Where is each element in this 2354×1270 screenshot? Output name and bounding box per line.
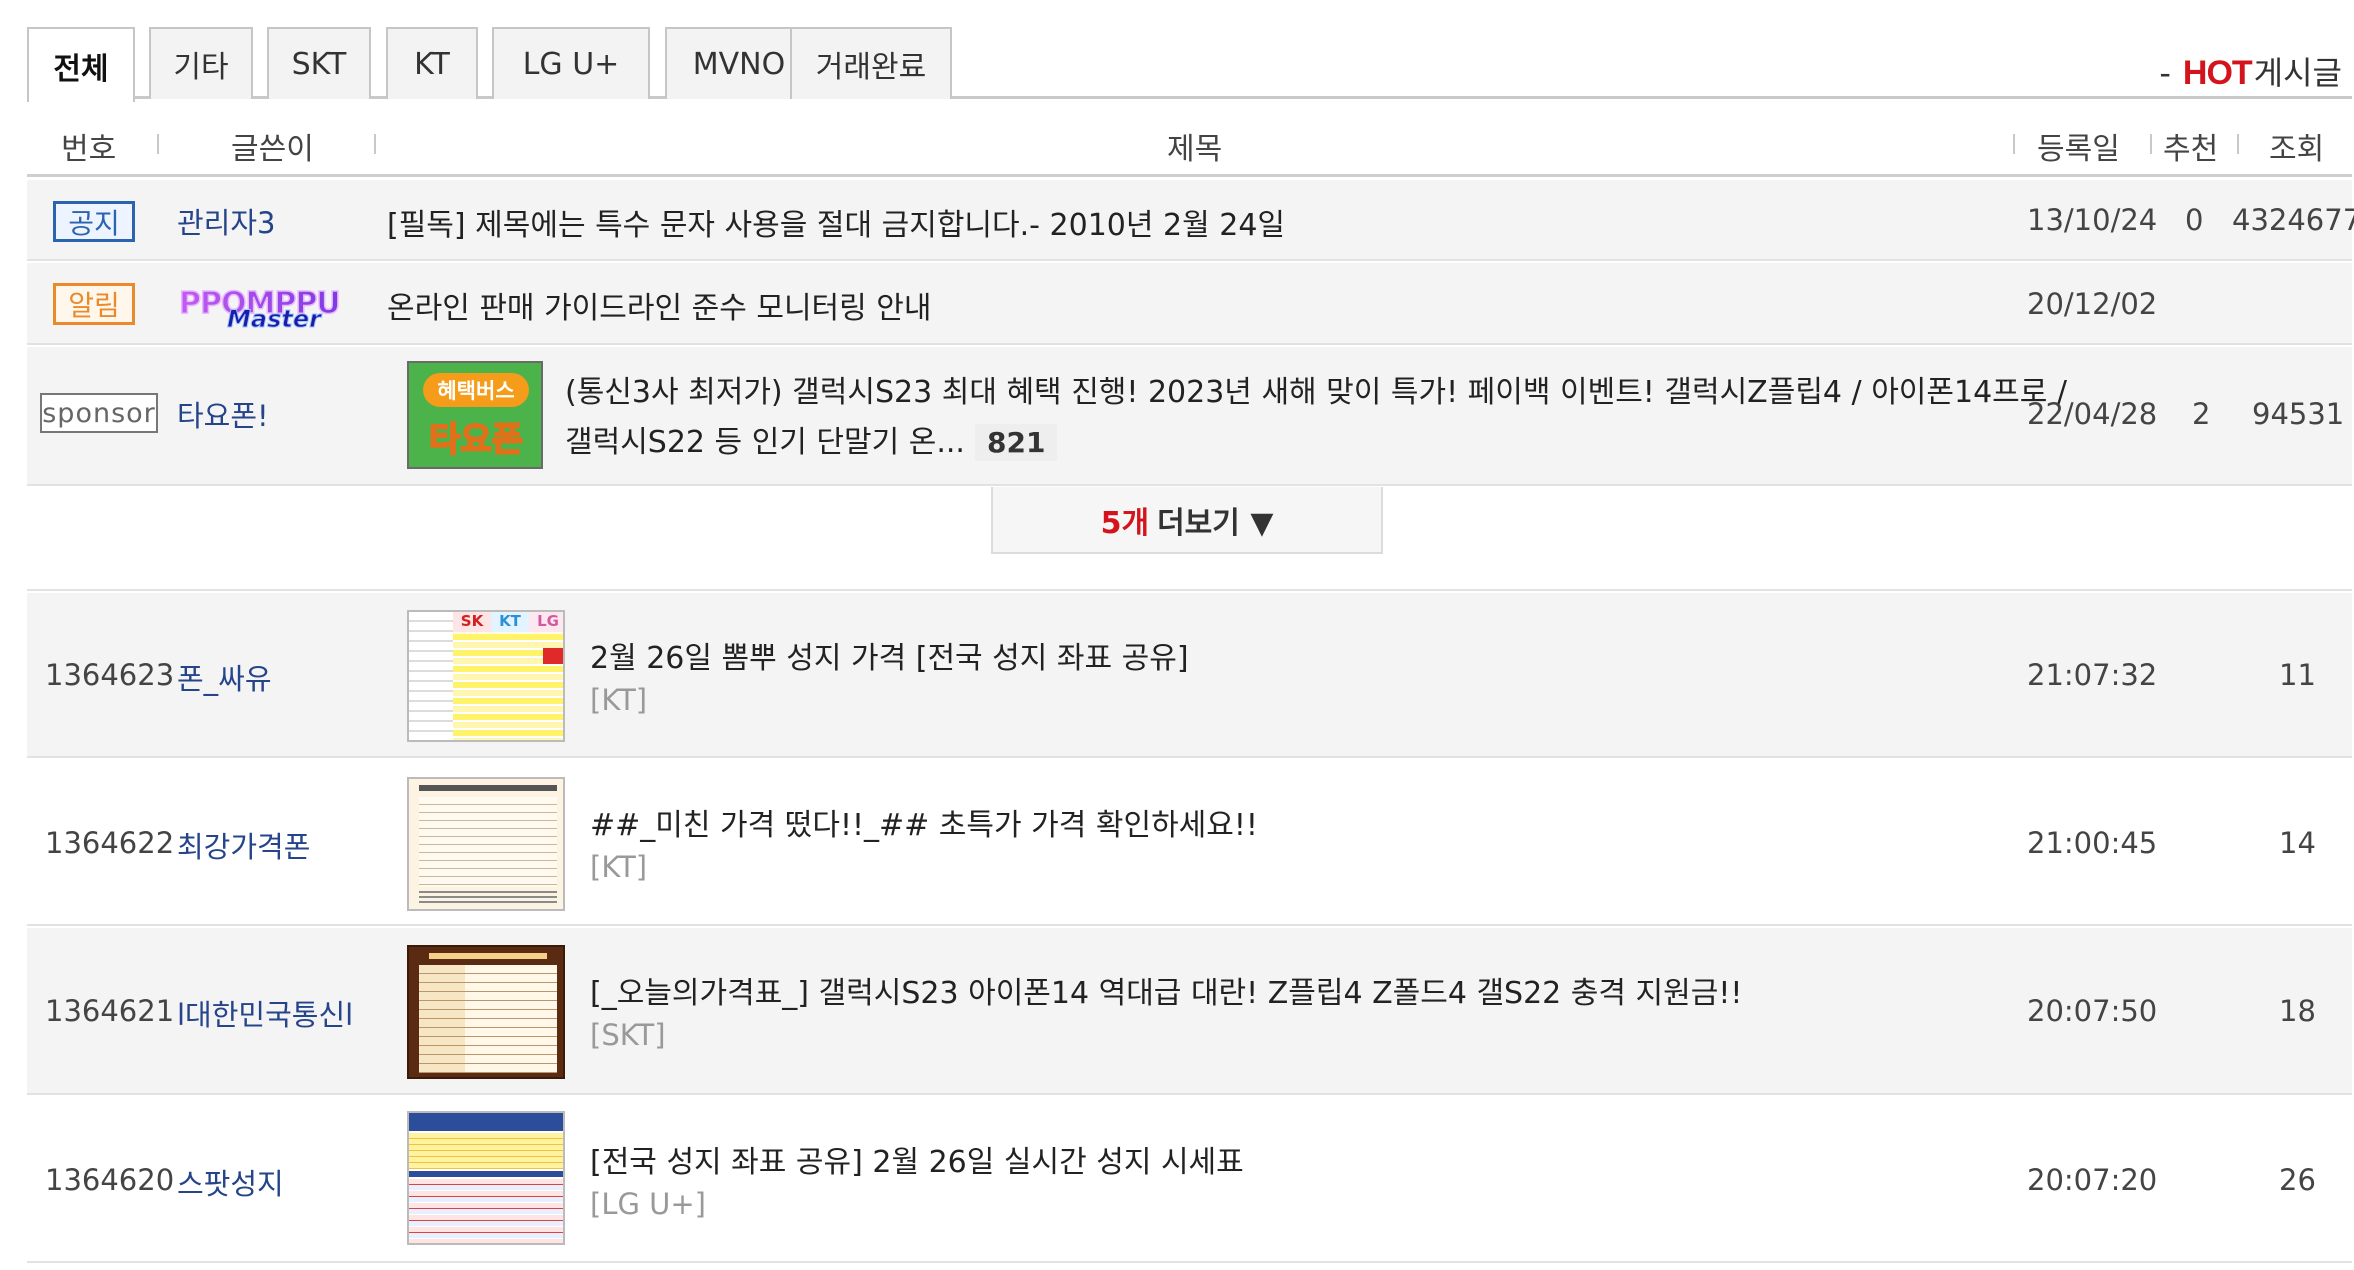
thumb-header-kt: KT [491, 612, 529, 632]
sponsor-row: sponsor 타요폰! 혜택버스 타요폰 (통신3사 최저가) 갤럭시S23 … [27, 347, 2352, 486]
thumb-brand: 타요폰 [428, 419, 524, 461]
post-title[interactable]: ##_미친 가격 떴다!!_## 초특가 가격 확인하세요!! [590, 800, 1258, 844]
post-time: 20:07:20 [2027, 1163, 2158, 1197]
post-views: 26 [2279, 1163, 2316, 1197]
post-number: 1364620 [45, 1163, 175, 1197]
post-title-cont[interactable]: 갤럭시S22 등 인기 단말기 온... 821 [565, 417, 1058, 461]
more-button[interactable]: 5개 더보기 ▼ [991, 487, 1383, 554]
col-separator [2013, 134, 2015, 154]
post-category[interactable]: [LG U+] [590, 1187, 706, 1221]
post-thumbnail[interactable] [407, 1111, 565, 1245]
ppomppu-master-logo[interactable]: PPOMPPU Master [177, 283, 387, 331]
col-recommend: 추천 [2163, 132, 2219, 167]
tab-lgu[interactable]: LG U+ [492, 27, 650, 99]
post-time: 21:00:45 [2027, 826, 2158, 860]
post-time: 20:07:50 [2027, 994, 2158, 1028]
tab-completed[interactable]: 거래완료 [790, 27, 952, 99]
tab-all[interactable]: 전체 [27, 27, 135, 102]
writer-name[interactable]: 타요폰! [177, 393, 269, 435]
col-writer: 글쓴이 [231, 132, 314, 167]
hot-label: HOT [2182, 54, 2253, 92]
post-category[interactable]: [SKT] [590, 1018, 666, 1052]
notice-row: 알림 PPOMPPU Master 온라인 판매 가이드라인 준수 모니터링 안… [27, 263, 2352, 345]
post-number: 1364623 [45, 658, 175, 692]
writer-name[interactable]: 최강가격폰 [177, 824, 310, 866]
comment-count[interactable]: 821 [974, 424, 1058, 461]
notice-badge: 공지 [53, 201, 135, 242]
sponsor-badge: sponsor [40, 393, 158, 433]
col-title: 제목 [1167, 132, 1223, 167]
post-title[interactable]: (통신3사 최저가) 갤럭시S23 최대 혜택 진행! 2023년 새해 맞이 … [565, 367, 2067, 411]
post-title[interactable]: 온라인 판매 가이드라인 준수 모니터링 안내 [387, 283, 931, 327]
table-header: 번호 글쓴이 제목 등록일 추천 조회 [27, 104, 2352, 177]
post-title[interactable]: 2월 26일 뽐뿌 성지 가격 [전국 성지 좌표 공유] [590, 633, 1189, 677]
col-separator [2150, 134, 2152, 154]
more-label: 더보기 ▼ [1157, 505, 1274, 541]
post-row: 1364621 l대한민국통신l [_오늘의가격표_] 갤럭시S23 아이폰14… [27, 928, 2352, 1095]
notice-row: 공지 관리자3 [필독] 제목에는 특수 문자 사용을 절대 금지합니다.- 2… [27, 180, 2354, 261]
tab-skt[interactable]: SKT [267, 27, 371, 99]
post-title[interactable]: [전국 성지 좌표 공유] 2월 26일 실시간 성지 시세표 [590, 1137, 1244, 1181]
post-category[interactable]: [KT] [590, 850, 647, 884]
post-category[interactable]: [KT] [590, 683, 647, 717]
col-separator [157, 134, 159, 154]
post-thumbnail[interactable] [407, 777, 565, 911]
alert-badge: 알림 [53, 283, 135, 325]
post-row: 1364623 폰_싸유 SK KT LG 2월 26일 뽐뿌 성지 가격 [전… [27, 593, 2352, 758]
sponsor-thumbnail[interactable]: 혜택버스 타요폰 [407, 361, 543, 469]
post-views: 11 [2279, 658, 2316, 692]
hot-posts-link[interactable]: - HOT 게시글 [2159, 48, 2342, 94]
writer-name[interactable]: 스팟성지 [177, 1161, 284, 1203]
col-date: 등록일 [2037, 132, 2120, 167]
svg-text:Master: Master [227, 305, 323, 331]
post-views: 4324677 [2232, 203, 2354, 237]
writer-name[interactable]: 폰_싸유 [177, 656, 272, 698]
col-separator [2237, 134, 2239, 154]
hot-dash: - [2159, 54, 2171, 92]
col-separator [374, 134, 376, 154]
thumb-caption: 혜택버스 [423, 373, 529, 407]
post-date: 22/04/28 [2027, 397, 2158, 431]
post-thumbnail[interactable]: SK KT LG [407, 610, 565, 742]
thumb-header-sk: SK [453, 612, 491, 632]
post-views: 14 [2279, 826, 2316, 860]
post-number: 1364622 [45, 826, 175, 860]
col-no: 번호 [61, 132, 117, 167]
tab-etc[interactable]: 기타 [149, 27, 253, 99]
post-row: 1364620 스팟성지 [전국 성지 좌표 공유] 2월 26일 실시간 성지… [27, 1097, 2352, 1263]
board-tabs: 전체 기타 SKT KT LG U+ MVNO 거래완료 [27, 27, 2352, 102]
post-views: 18 [2279, 994, 2316, 1028]
post-title[interactable]: [필독] 제목에는 특수 문자 사용을 절대 금지합니다.- 2010년 2월 … [387, 200, 1285, 244]
post-row: 1364622 최강가격폰 ##_미친 가격 떴다!!_## 초특가 가격 확인… [27, 760, 2352, 926]
post-time: 21:07:32 [2027, 658, 2158, 692]
col-views: 조회 [2269, 132, 2325, 167]
post-date: 20/12/02 [2027, 287, 2158, 321]
more-count: 5개 [1100, 505, 1150, 541]
post-recommend: 2 [2192, 397, 2211, 431]
hot-board-label: 게시글 [2253, 54, 2342, 92]
post-number: 1364621 [45, 994, 175, 1028]
post-title-line2: 갤럭시S22 등 인기 단말기 온... [565, 425, 965, 460]
post-recommend: 0 [2185, 203, 2204, 237]
post-date: 13/10/24 [2027, 203, 2158, 237]
post-views: 94531 [2252, 397, 2345, 431]
post-thumbnail[interactable] [407, 945, 565, 1079]
thumb-header-lg: LG [529, 612, 563, 632]
more-section: 5개 더보기 ▼ [27, 487, 2352, 591]
writer-name[interactable]: 관리자3 [177, 200, 276, 242]
post-title[interactable]: [_오늘의가격표_] 갤럭시S23 아이폰14 역대급 대란! Z플립4 Z폴드… [590, 968, 1742, 1012]
writer-name[interactable]: l대한민국통신l [177, 992, 353, 1034]
tab-kt[interactable]: KT [386, 27, 478, 99]
